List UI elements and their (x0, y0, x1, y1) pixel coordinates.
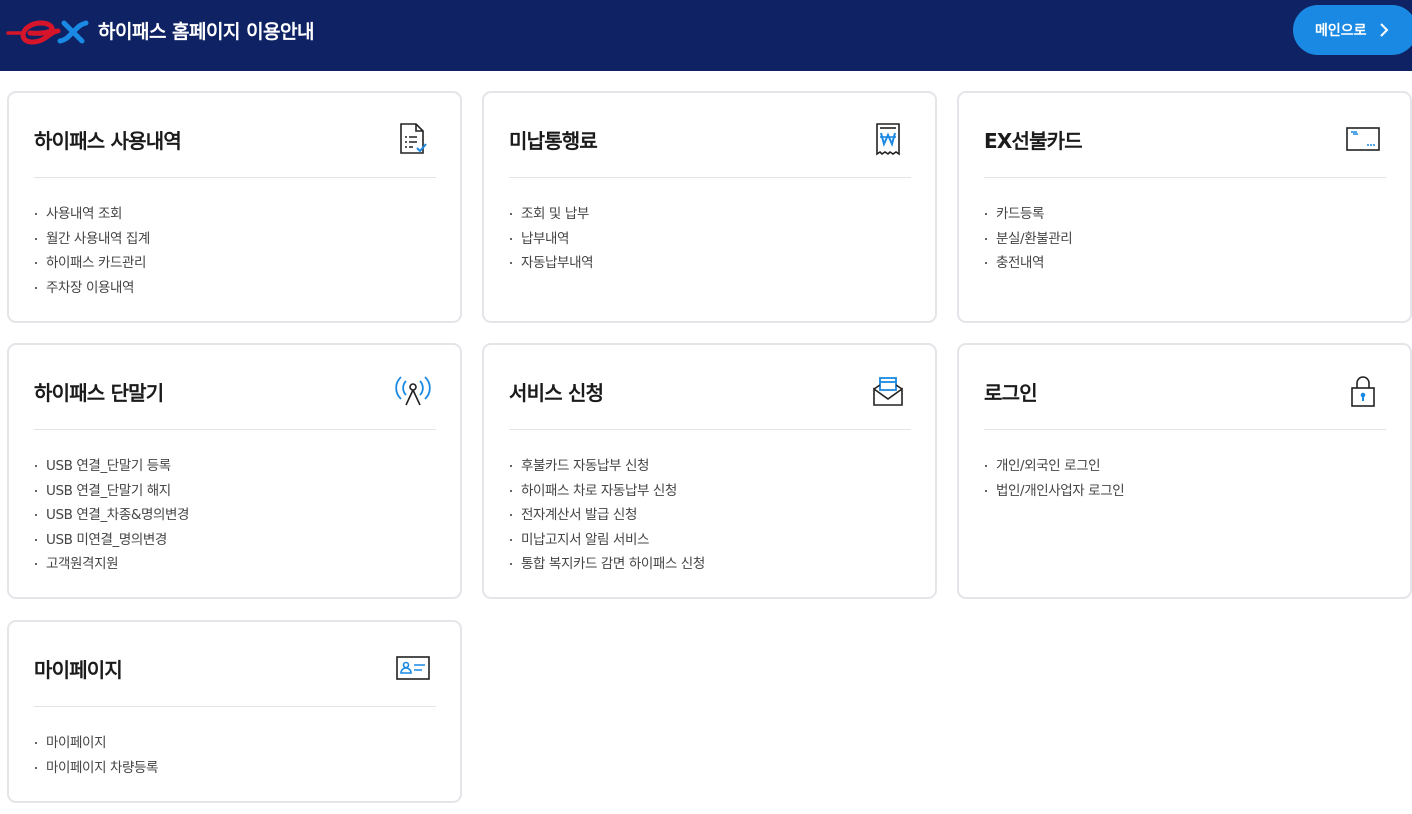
card-divider (984, 177, 1386, 178)
card-title[interactable]: 로그인 (984, 377, 1038, 406)
document-check-icon (400, 123, 427, 154)
card-title[interactable]: 하이패스 사용내역 (34, 125, 182, 154)
card-link[interactable]: 하이패스 차로 자동납부 신청 (509, 479, 705, 504)
card-link-list: 조회 및 납부 납부내역 자동납부내역 (509, 202, 594, 276)
id-card-icon (396, 656, 430, 680)
card-title[interactable]: 하이패스 단말기 (34, 377, 164, 406)
card-divider (509, 177, 911, 178)
card-link-list: 후불카드 자동납부 신청 하이패스 차로 자동납부 신청 전자계산서 발급 신청… (509, 454, 705, 577)
envelope-icon (873, 377, 903, 406)
card-link[interactable]: 개인/외국인 로그인 (984, 454, 1124, 479)
card-title[interactable]: 마이페이지 (34, 654, 123, 683)
card-link-list: 카드등록 분실/환불관리 충전내역 (984, 202, 1073, 276)
card-link[interactable]: 조회 및 납부 (509, 202, 593, 227)
card-link[interactable]: 고객원격지원 (34, 552, 189, 577)
card-divider (34, 429, 436, 430)
main-page-button[interactable]: 메인으로 (1293, 5, 1412, 55)
card-link[interactable]: 카드등록 (984, 202, 1072, 227)
antenna-signal-icon (395, 376, 431, 406)
card-link[interactable]: USB 미연결_명의변경 (34, 528, 189, 553)
card-link[interactable]: 미납고지서 알림 서비스 (509, 528, 705, 553)
card-mypage: 마이페이지 마이페이지 마이페이지 차량등록 (7, 620, 462, 803)
won-receipt-icon (876, 123, 900, 156)
card-link[interactable]: 자동납부내역 (509, 251, 594, 276)
card-link[interactable]: 하이패스 카드관리 (34, 251, 150, 276)
card-link[interactable]: 통합 복지카드 감면 하이패스 신청 (509, 552, 705, 577)
card-link[interactable]: USB 연결_차종&명의변경 (34, 503, 189, 528)
chevron-right-icon (1379, 23, 1388, 37)
ex-logo-icon[interactable] (6, 16, 90, 46)
main-page-button-label: 메인으로 (1315, 23, 1367, 39)
card-login: 로그인 개인/외국인 로그인 법인/개인사업자 로그인 (957, 343, 1412, 599)
card-link[interactable]: 마이페이지 (34, 731, 158, 756)
card-link-list: USB 연결_단말기 등록 USB 연결_단말기 해지 USB 연결_차종&명의… (34, 454, 189, 577)
card-link[interactable]: USB 연결_단말기 해지 (34, 479, 189, 504)
card-link[interactable]: 월간 사용내역 집계 (34, 227, 150, 252)
header-title: 하이패스 홈페이지 이용안내 (98, 21, 315, 43)
card-service-request: 서비스 신청 후불카드 자동납부 신청 하이패스 차로 자동납부 신청 전자계산… (482, 343, 937, 599)
card-link[interactable]: 전자계산서 발급 신청 (509, 503, 705, 528)
card-link-list: 개인/외국인 로그인 법인/개인사업자 로그인 (984, 454, 1125, 504)
card-link[interactable]: 충전내역 (984, 251, 1072, 276)
card-hipass-terminal: 하이패스 단말기 USB 연결_단말기 등록 USB 연결_단말기 해지 USB… (7, 343, 462, 599)
card-title[interactable]: 서비스 신청 (509, 377, 604, 406)
card-unpaid-toll: 미납통행료 조회 및 납부 납부내역 자동납부내역 (482, 91, 937, 323)
card-link[interactable]: 분실/환불관리 (984, 227, 1073, 252)
card-link[interactable]: 사용내역 조회 (34, 202, 150, 227)
card-link[interactable]: 주차장 이용내역 (34, 276, 150, 301)
card-divider (34, 706, 436, 707)
card-divider (509, 429, 911, 430)
card-title[interactable]: EX선불카드 (984, 125, 1083, 154)
card-divider (34, 177, 436, 178)
card-hipass-usage: 하이패스 사용내역 사용내역 조회 월간 사용내역 집계 하이패스 카드관리 주… (7, 91, 462, 323)
card-divider (984, 429, 1386, 430)
card-link[interactable]: 법인/개인사업자 로그인 (984, 479, 1125, 504)
card-link[interactable]: 납부내역 (509, 227, 593, 252)
card-title[interactable]: 미납통행료 (509, 125, 598, 154)
card-ex-prepaid: EX선불카드 카드등록 분실/환불관리 충전내역 (957, 91, 1412, 323)
card-link-list: 마이페이지 마이페이지 차량등록 (34, 731, 158, 780)
ex-card-icon (1346, 127, 1380, 151)
card-link[interactable]: 마이페이지 차량등록 (34, 756, 158, 781)
card-link-list: 사용내역 조회 월간 사용내역 집계 하이패스 카드관리 주차장 이용내역 (34, 202, 150, 300)
top-header: 하이패스 홈페이지 이용안내 메인으로 (0, 0, 1412, 71)
lock-icon (1351, 376, 1375, 407)
card-link[interactable]: USB 연결_단말기 등록 (34, 454, 189, 479)
card-link[interactable]: 후불카드 자동납부 신청 (509, 454, 705, 479)
